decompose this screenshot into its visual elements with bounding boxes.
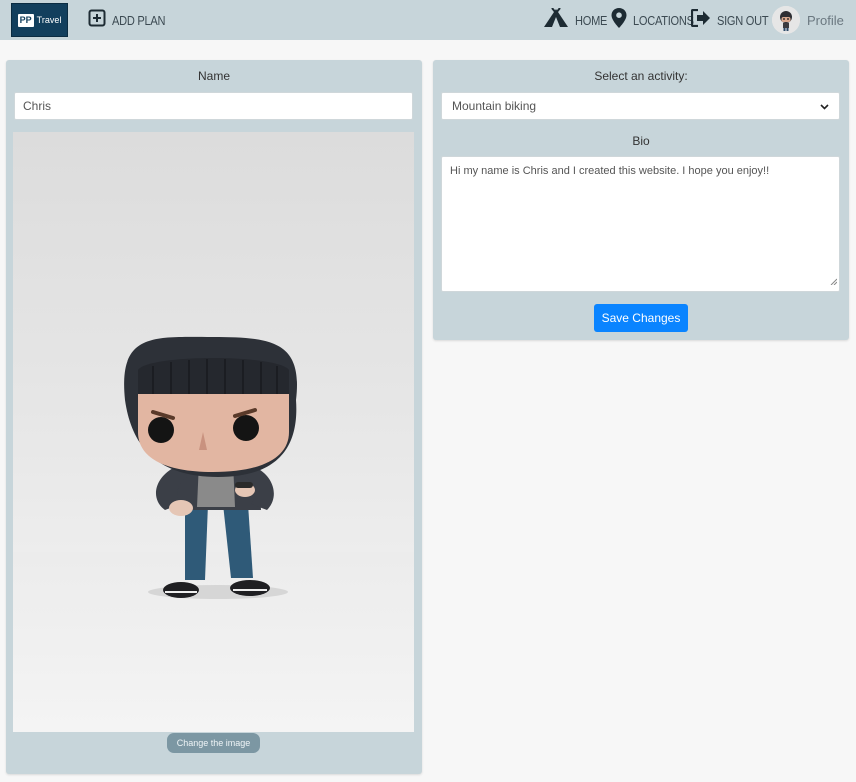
name-label: Name: [197, 69, 230, 83]
plus-square-icon: [88, 9, 106, 32]
activity-select[interactable]: Mountain biking: [441, 92, 840, 120]
nav-home[interactable]: HOME: [543, 0, 613, 40]
activity-select-value: Mountain biking: [452, 99, 537, 113]
nav-add-plan[interactable]: ADD PLAN: [88, 0, 175, 40]
profile-panel: Name Chris Change the image: [6, 60, 422, 774]
nav-profile-label: Profile: [807, 12, 844, 28]
logo-badge: PP: [17, 13, 34, 27]
nav-home-label: HOME: [575, 12, 608, 28]
profile-photo: [13, 132, 414, 732]
avatar-icon: [772, 6, 800, 34]
name-input[interactable]: Chris: [14, 92, 413, 120]
map-pin-icon: [611, 7, 627, 33]
nav-profile[interactable]: Profile: [772, 0, 844, 40]
brand-logo[interactable]: PP Travel: [11, 3, 68, 37]
tent-icon: [543, 6, 569, 33]
bio-textarea[interactable]: Hi my name is Chris and I created this w…: [441, 156, 840, 292]
save-changes-button[interactable]: Save Changes: [594, 304, 688, 332]
change-image-button[interactable]: Change the image: [167, 733, 260, 753]
activity-label: Select an activity:: [594, 69, 688, 83]
sign-out-icon: [690, 8, 711, 32]
resize-grip-icon[interactable]: [830, 275, 838, 289]
bio-text: Hi my name is Chris and I created this w…: [450, 165, 770, 177]
nav-add-plan-label: ADD PLAN: [112, 12, 166, 28]
nav-sign-out-label: SIGN OUT: [717, 12, 769, 28]
bio-label: Bio: [632, 134, 650, 148]
nav-sign-out[interactable]: SIGN OUT: [690, 0, 777, 40]
chevron-down-icon: [820, 99, 829, 113]
activity-panel: Select an activity: Mountain biking Bio …: [433, 60, 849, 340]
logo-text: Travel: [36, 15, 62, 25]
figurine-illustration: [124, 336, 297, 599]
top-navbar: PP Travel ADD PLAN HOME LOCATIONS SIGN O…: [0, 0, 856, 40]
nav-locations-label: LOCATIONS: [633, 12, 694, 28]
